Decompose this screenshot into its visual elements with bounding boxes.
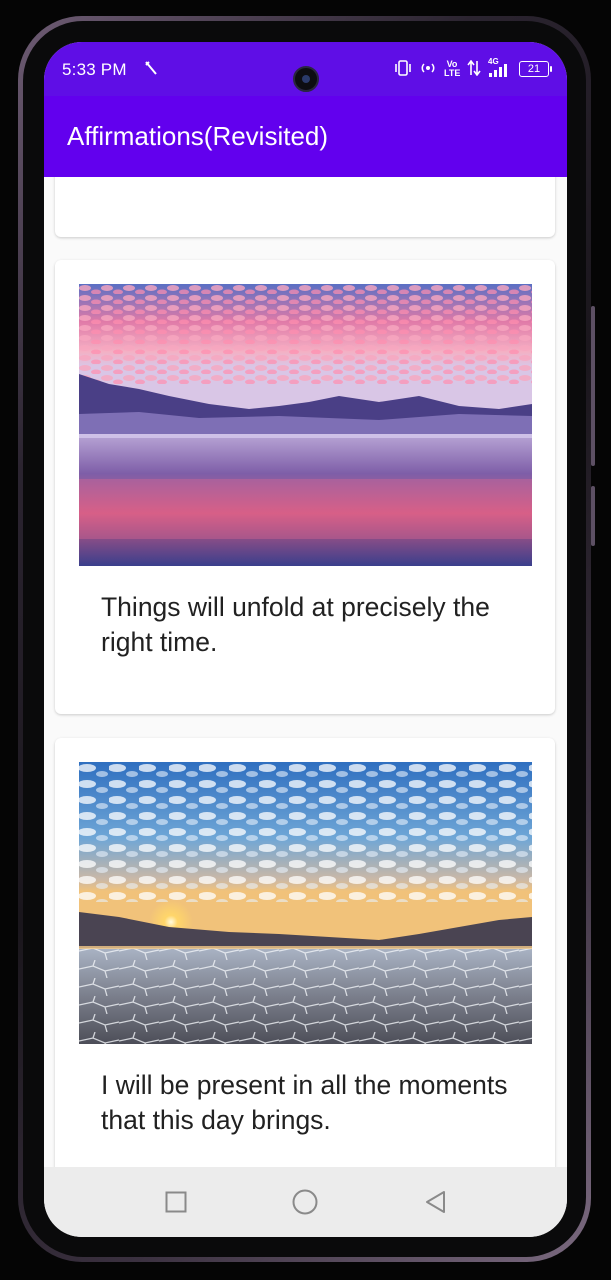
affirmation-text: Things will unfold at precisely the righ… [101,592,490,657]
sunset-lake-mountains-image [79,284,532,566]
volte-icon: Vo LTE [444,59,461,78]
hotspot-icon [419,60,437,79]
phone-screen: 5:33 PM Vo LTE 4G 21 Affirmations(Revisi… [44,42,567,1237]
sunset-salt-flats-image [79,762,532,1044]
affirmation-card[interactable]: Things will unfold at precisely the righ… [55,260,555,714]
home-icon[interactable] [292,1189,318,1215]
affirmations-list[interactable]: Things will unfold at precisely the righ… [44,177,567,1167]
status-icons: Vo LTE 4G 21 [394,57,552,79]
navigation-indicator-icon [145,60,157,80]
back-icon[interactable] [423,1189,449,1215]
data-arrows-icon [467,59,481,79]
affirmation-card-partial[interactable] [55,177,555,237]
front-camera [293,66,319,92]
status-bar: 5:33 PM Vo LTE 4G 21 [44,42,567,96]
affirmation-card[interactable]: I will be present in all the moments tha… [55,738,555,1167]
app-title: Affirmations(Revisited) [67,121,329,151]
recent-apps-icon[interactable] [163,1189,189,1215]
affirmation-text: I will be present in all the moments tha… [101,1070,508,1135]
power-key [591,486,595,546]
status-time: 5:33 PM [62,60,127,79]
signal-4g-icon: 4G [488,57,512,78]
navigation-bar [44,1167,567,1237]
volume-key [591,306,595,466]
vibrate-icon [394,59,412,79]
battery-icon: 21 [519,61,552,77]
app-bar: Affirmations(Revisited) [44,96,567,177]
